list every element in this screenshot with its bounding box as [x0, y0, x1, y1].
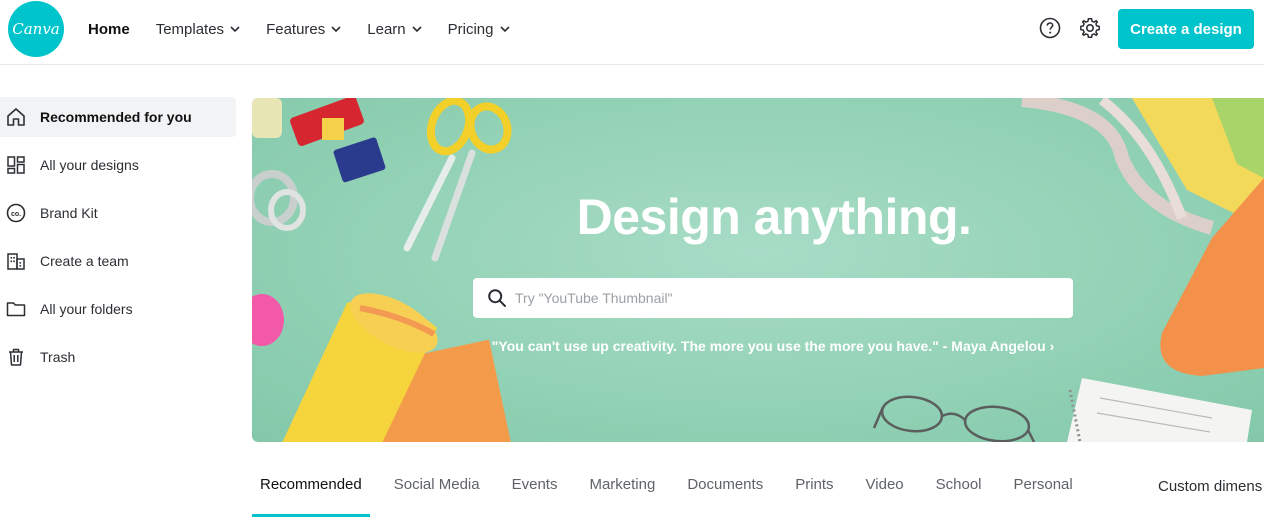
- tape-decoration: [252, 98, 282, 138]
- nav-home-label: Home: [88, 20, 130, 38]
- sidebar-item-label: Brand Kit: [40, 205, 98, 221]
- gear-icon[interactable]: [1079, 17, 1101, 39]
- sidebar-item-trash[interactable]: Trash: [0, 337, 236, 377]
- home-icon: [7, 108, 25, 126]
- chevron-down-icon: [412, 26, 422, 33]
- nav-features[interactable]: Features: [266, 21, 341, 38]
- logo-text: Canva: [12, 20, 60, 38]
- sidebar: Recommended for you All your designs co.…: [0, 97, 236, 385]
- robot-toy-decoration: [290, 98, 386, 183]
- glasses-decoration: [872, 395, 1036, 442]
- search-input[interactable]: [515, 278, 1055, 318]
- tab-school[interactable]: School: [928, 466, 990, 506]
- tab-events[interactable]: Events: [504, 466, 566, 506]
- tab-personal[interactable]: Personal: [1006, 466, 1081, 506]
- hero-banner: Design anything. "You can't use up creat…: [252, 98, 1264, 442]
- nav-templates-label: Templates: [155, 20, 225, 38]
- folder-icon: [6, 302, 26, 317]
- nav-learn[interactable]: Learn: [367, 20, 422, 38]
- main-nav: Home Templates Features Learn Pricing: [88, 0, 536, 58]
- sidebar-item-brand-kit[interactable]: co. Brand Kit: [0, 193, 236, 233]
- search-icon: [488, 289, 506, 307]
- tab-documents[interactable]: Documents: [679, 466, 771, 506]
- category-tabs: Recommended Social Media Events Marketin…: [252, 466, 1097, 517]
- nav-learn-label: Learn: [367, 20, 406, 38]
- sidebar-item-label: Create a team: [40, 253, 129, 269]
- tab-marketing[interactable]: Marketing: [581, 466, 663, 506]
- tab-recommended[interactable]: Recommended: [252, 466, 370, 517]
- sidebar-item-label: All your folders: [40, 301, 133, 317]
- chevron-down-icon: [331, 26, 341, 33]
- tab-prints[interactable]: Prints: [787, 466, 841, 506]
- nav-templates[interactable]: Templates: [156, 21, 240, 38]
- notebook-decoration: [1067, 378, 1252, 442]
- nav-features-label: Features: [266, 20, 326, 38]
- nav-pricing-label: Pricing: [447, 20, 494, 38]
- create-design-button[interactable]: Create a design: [1118, 9, 1254, 49]
- grid-icon: [7, 156, 25, 174]
- sidebar-item-all-folders[interactable]: All your folders: [0, 289, 236, 329]
- tab-video[interactable]: Video: [858, 466, 912, 506]
- canva-logo[interactable]: Canva: [8, 1, 64, 57]
- question-circle-icon[interactable]: [1039, 17, 1061, 39]
- sidebar-item-label: Recommended for you: [40, 109, 192, 125]
- inspiration-quote-link[interactable]: "You can't use up creativity. The more y…: [252, 338, 1264, 354]
- tab-social-media[interactable]: Social Media: [386, 466, 488, 506]
- chevron-down-icon: [230, 26, 240, 33]
- nav-pricing[interactable]: Pricing: [448, 21, 510, 38]
- custom-dimensions-button[interactable]: Custom dimens: [1158, 478, 1262, 495]
- chevron-down-icon: [499, 26, 510, 33]
- sidebar-item-recommended[interactable]: Recommended for you: [0, 97, 236, 137]
- team-building-icon: [7, 253, 25, 270]
- top-navigation-bar: Canva Home Templates Features Learn Pric…: [0, 0, 1264, 65]
- hero-title: Design anything.: [576, 189, 972, 245]
- design-search-box[interactable]: [473, 278, 1073, 318]
- sidebar-item-all-designs[interactable]: All your designs: [0, 145, 236, 185]
- svg-text:co.: co.: [11, 211, 21, 218]
- hero-decoration: [252, 98, 1264, 442]
- nav-home[interactable]: Home: [88, 21, 130, 38]
- sidebar-item-label: Trash: [40, 349, 76, 365]
- brand-kit-icon: co.: [6, 203, 26, 223]
- sidebar-item-create-team[interactable]: Create a team: [0, 241, 236, 281]
- sidebar-item-label: All your designs: [40, 157, 139, 173]
- trash-icon: [9, 348, 23, 366]
